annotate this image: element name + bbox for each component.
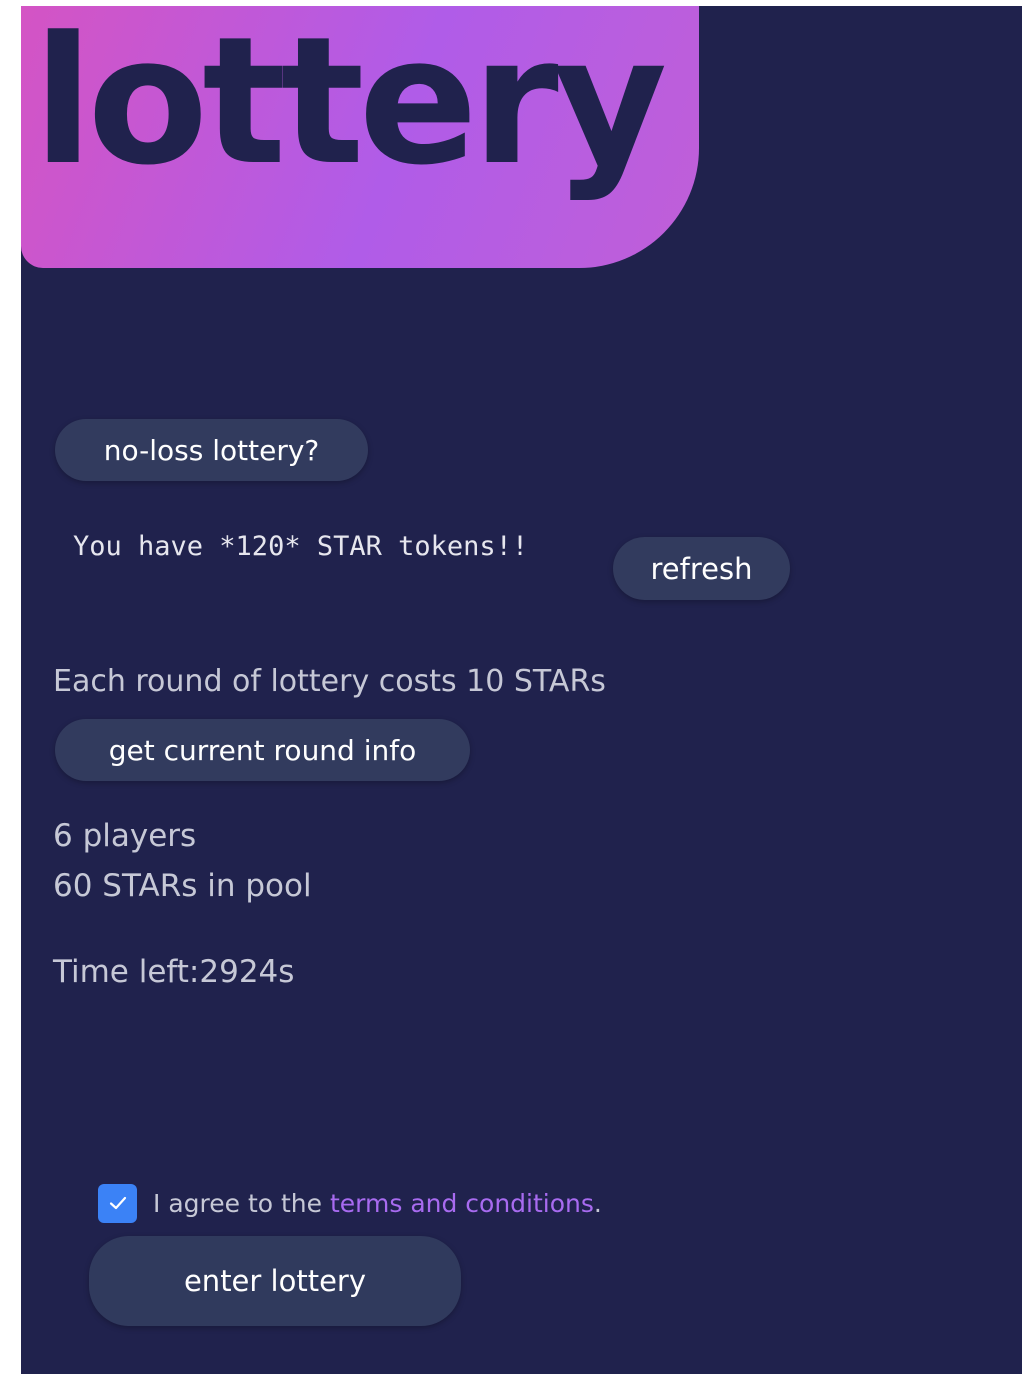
terms-link[interactable]: terms and conditions bbox=[330, 1189, 594, 1218]
agreement-suffix: . bbox=[593, 1188, 602, 1218]
app-container: lottery no-loss lottery? You have *120* … bbox=[21, 6, 1022, 1374]
no-loss-lottery-button[interactable]: no-loss lottery? bbox=[55, 419, 368, 481]
round-cost-text: Each round of lottery costs 10 STARs bbox=[53, 664, 606, 699]
checkmark-icon bbox=[109, 1196, 126, 1210]
agreement-label: I agree to the terms and conditions. bbox=[153, 1189, 602, 1218]
players-count-text: 6 players bbox=[53, 818, 197, 854]
get-round-info-button[interactable]: get current round info bbox=[55, 719, 470, 781]
terms-agreement-row: I agree to the terms and conditions. bbox=[98, 1183, 602, 1223]
refresh-button[interactable]: refresh bbox=[613, 537, 790, 600]
pool-amount-text: 60 STARs in pool bbox=[53, 868, 312, 904]
token-balance-text: You have *120* STAR tokens!! bbox=[73, 531, 529, 562]
terms-checkbox[interactable] bbox=[98, 1183, 137, 1223]
hero-banner: lottery bbox=[21, 6, 699, 268]
agreement-prefix: I agree to the bbox=[153, 1188, 330, 1218]
page-title: lottery bbox=[33, 6, 667, 204]
enter-lottery-button[interactable]: enter lottery bbox=[89, 1236, 461, 1326]
time-left-text: Time left:2924s bbox=[53, 954, 295, 990]
